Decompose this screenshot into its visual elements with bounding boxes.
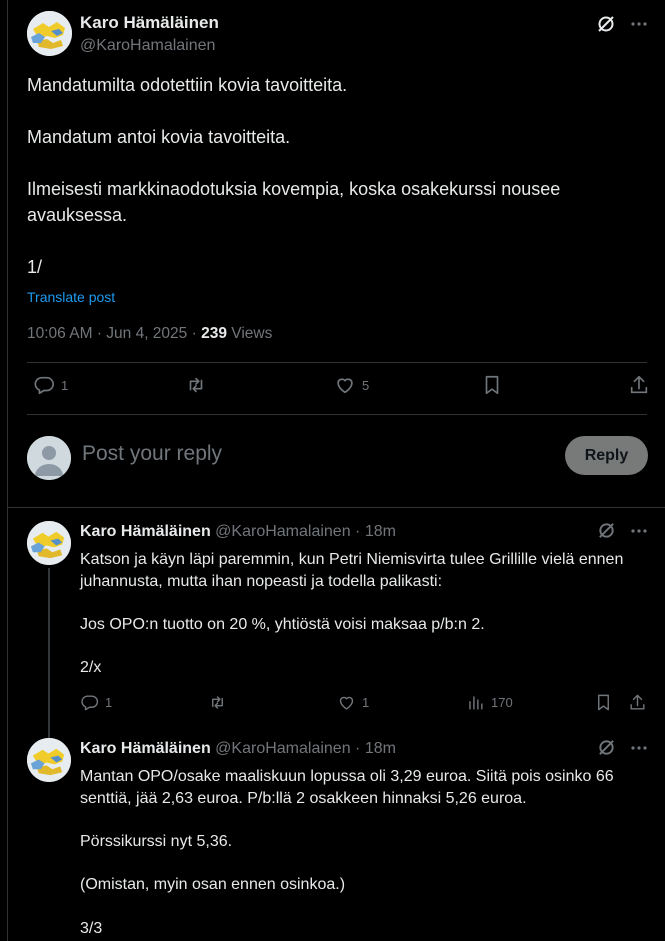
- like-button[interactable]: 1: [337, 693, 369, 712]
- reply-paragraph: [80, 592, 650, 614]
- post-paragraph: 1/: [27, 257, 43, 277]
- reply-paragraph: [80, 853, 650, 875]
- reply-text: Katson ja käyn läpi paremmin, kun Petri …: [80, 549, 650, 679]
- reply-icon: [80, 693, 99, 712]
- reply-paragraph: 2/x: [80, 659, 102, 677]
- meta-separator: ·: [191, 325, 202, 342]
- reply-header: Karo Hämäläinen @KaroHamalainen · 18m: [80, 740, 396, 758]
- reply-button[interactable]: 1: [80, 693, 112, 712]
- reply-text: Mantan OPO/osake maaliskuun lopussa oli …: [80, 766, 650, 940]
- avatar[interactable]: [27, 521, 71, 565]
- reply-count: 1: [61, 377, 69, 393]
- share-button[interactable]: [628, 693, 647, 712]
- views-count[interactable]: 239: [201, 325, 227, 342]
- bookmark-icon: [594, 693, 613, 712]
- reply-top-icons: [597, 521, 648, 540]
- post-paragraph: [27, 98, 647, 124]
- more-icon[interactable]: [630, 522, 648, 540]
- post-paragraph: Mandatum antoi kovia tavoitteita.: [27, 127, 291, 147]
- reply-input[interactable]: Post your reply: [82, 442, 222, 466]
- repost-button[interactable]: [185, 374, 207, 396]
- repost-icon: [208, 693, 227, 712]
- share-icon: [628, 693, 647, 712]
- thread-reply: Karo Hämäläinen @KaroHamalainen · 18m Ka…: [8, 521, 665, 721]
- timeline-column: Karo Hämäläinen @KaroHamalainen Mandatum…: [7, 0, 665, 941]
- translate-post-link[interactable]: Translate post: [27, 289, 115, 305]
- reply-paragraph: Pörssikurssi nyt 5,36.: [80, 833, 233, 851]
- thread-reply: Karo Hämäläinen @KaroHamalainen · 18m Ma…: [8, 738, 665, 941]
- like-icon: [337, 693, 356, 712]
- views-count: 170: [491, 695, 513, 710]
- reply-count: 1: [105, 695, 113, 710]
- reply-time[interactable]: 18m: [365, 523, 396, 540]
- repost-button[interactable]: [208, 693, 227, 712]
- post-time[interactable]: 10:06 AM: [27, 325, 93, 342]
- user-avatar[interactable]: [27, 436, 71, 480]
- like-count: 1: [362, 695, 370, 710]
- post-paragraph: [27, 150, 647, 176]
- divider: [27, 362, 647, 363]
- bookmark-button[interactable]: [594, 693, 613, 712]
- meta-separator: ·: [355, 740, 365, 757]
- reply-paragraph: 3/3: [80, 919, 103, 937]
- author-info: Karo Hämäläinen @KaroHamalainen: [80, 13, 219, 55]
- post-paragraph: Ilmeisesti markkinaodotuksia kovempia, k…: [27, 179, 561, 225]
- meta-separator: ·: [96, 325, 107, 342]
- more-icon[interactable]: [630, 739, 648, 757]
- reply-paragraph: [80, 809, 650, 831]
- post-paragraph: Mandatumilta odotettiin kovia tavoitteit…: [27, 75, 348, 95]
- views-icon: [466, 693, 485, 712]
- reply-header: Karo Hämäläinen @KaroHamalainen · 18m: [80, 523, 396, 541]
- reply-paragraph: Katson ja käyn läpi paremmin, kun Petri …: [80, 551, 624, 590]
- divider: [27, 414, 647, 415]
- repost-icon: [185, 374, 207, 396]
- author-handle[interactable]: @KaroHamalainen: [215, 740, 350, 757]
- reply-paragraph: [80, 636, 650, 658]
- post-action-bar: 1 5: [27, 374, 650, 404]
- reply-submit-button[interactable]: Reply: [565, 436, 648, 475]
- post-paragraph: [27, 228, 647, 254]
- author-handle[interactable]: @KaroHamalainen: [80, 37, 219, 55]
- meta-separator: ·: [355, 523, 365, 540]
- author-name[interactable]: Karo Hämäläinen: [80, 740, 211, 757]
- reply-paragraph: Jos OPO:n tuotto on 20 %, yhtiöstä voisi…: [80, 616, 485, 634]
- more-icon[interactable]: [630, 15, 648, 33]
- main-post: Karo Hämäläinen @KaroHamalainen Mandatum…: [8, 0, 665, 508]
- reply-icon: [33, 374, 55, 396]
- author-handle[interactable]: @KaroHamalainen: [215, 523, 350, 540]
- reply-paragraph: Mantan OPO/osake maaliskuun lopussa oli …: [80, 768, 614, 807]
- views-label: Views: [231, 325, 273, 342]
- bookmark-button[interactable]: [481, 374, 503, 396]
- reply-paragraph: [80, 896, 650, 918]
- avatar[interactable]: [27, 11, 72, 56]
- like-icon: [334, 374, 356, 396]
- share-icon: [628, 374, 650, 396]
- like-button[interactable]: 5: [334, 374, 369, 396]
- reply-composer: Post your reply Reply: [8, 430, 665, 486]
- like-count: 5: [362, 377, 370, 393]
- post-meta: 10:06 AM · Jun 4, 2025 · 239 Views: [27, 325, 272, 343]
- reply-action-bar: 1 1 170: [80, 693, 650, 717]
- grok-icon[interactable]: [597, 738, 616, 757]
- share-button[interactable]: [628, 374, 650, 396]
- avatar[interactable]: [27, 738, 71, 782]
- reply-time[interactable]: 18m: [365, 740, 396, 757]
- grok-icon[interactable]: [596, 14, 616, 34]
- post-text: Mandatumilta odotettiin kovia tavoitteit…: [27, 72, 647, 280]
- author-name[interactable]: Karo Hämäläinen: [80, 523, 211, 540]
- bookmark-icon: [481, 374, 503, 396]
- post-date[interactable]: Jun 4, 2025: [106, 325, 187, 342]
- views-button[interactable]: 170: [466, 693, 513, 712]
- grok-icon[interactable]: [597, 521, 616, 540]
- post-top-icons: [596, 14, 648, 34]
- author-name[interactable]: Karo Hämäläinen: [80, 13, 219, 33]
- reply-button[interactable]: 1: [33, 374, 68, 396]
- reply-top-icons: [597, 738, 648, 757]
- reply-paragraph: (Omistan, myin osan ennen osinkoa.): [80, 876, 346, 894]
